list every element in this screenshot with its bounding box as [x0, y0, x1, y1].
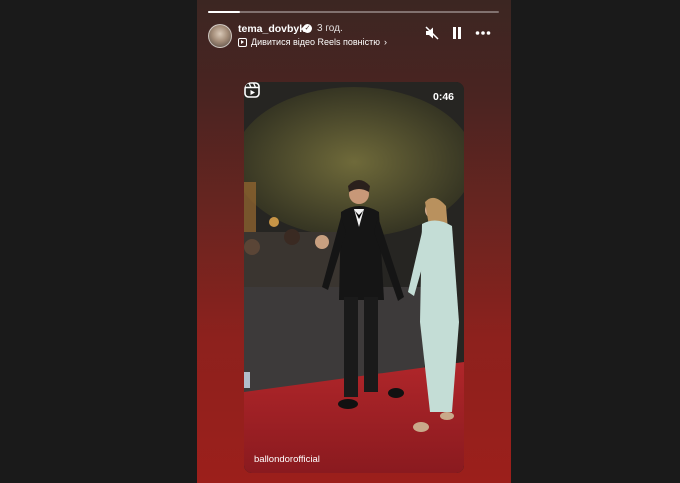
verified-badge-icon: ✓ [303, 24, 312, 33]
story-username[interactable]: tema_dovbyk [238, 23, 305, 35]
reels-small-icon [238, 37, 247, 47]
speaker-muted-icon [425, 26, 439, 40]
mute-button[interactable] [425, 26, 439, 44]
reel-video[interactable]: 0:46 ballondorofficial [244, 82, 464, 473]
right-side-panel [511, 0, 680, 483]
story-time-ago: 3 год. [317, 23, 343, 34]
reel-video-frame [244, 82, 464, 473]
more-icon [475, 31, 491, 35]
story-viewer[interactable]: tema_dovbyk ✓ 3 год. Дивитися відео Reel… [197, 0, 511, 483]
watch-full-reel-link[interactable]: Дивитися відео Reels повністю › [238, 37, 387, 47]
video-credit[interactable]: ballondorofficial [254, 454, 320, 465]
avatar[interactable] [208, 24, 232, 48]
more-options-button[interactable] [475, 26, 491, 43]
video-duration: 0:46 [432, 91, 454, 103]
pause-button[interactable] [451, 26, 463, 44]
story-progress-bar [208, 11, 499, 13]
story-progress-fill [208, 11, 240, 13]
watch-full-reel-label: Дивитися відео Reels повністю [251, 37, 381, 47]
pause-icon [453, 27, 461, 39]
left-side-panel [0, 0, 197, 483]
reels-icon [244, 82, 260, 98]
chevron-right-icon: › [384, 37, 388, 47]
